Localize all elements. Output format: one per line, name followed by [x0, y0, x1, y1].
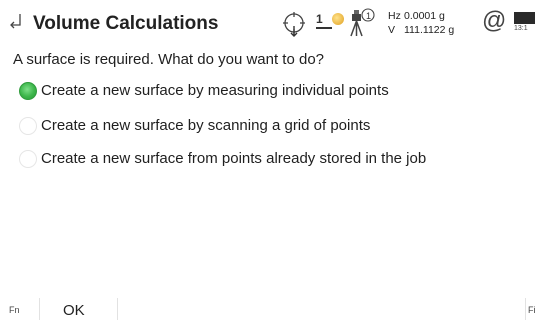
v-value: 111.1122 g [404, 24, 455, 36]
radio-unselected-icon[interactable] [19, 117, 37, 135]
satellite-count: 1 [316, 12, 323, 26]
ok-button-label: OK [63, 302, 85, 319]
satellite-status[interactable]: 1 [316, 10, 346, 34]
radio-unselected-icon[interactable] [19, 150, 37, 168]
satellite-count-underline [316, 27, 332, 29]
option-label: Create a new surface from points already… [41, 150, 427, 167]
option-measure-points[interactable]: Create a new surface by measuring indivi… [15, 80, 485, 106]
fn-key-right[interactable]: Fi [528, 305, 535, 315]
back-arrow-icon[interactable] [7, 10, 25, 30]
battery-icon[interactable]: 13:1 [514, 12, 535, 38]
title-bar: Volume Calculations 1 1 Hz 0.0001 g V 111.… [0, 0, 535, 48]
v-label: V [388, 24, 396, 36]
gps-crosshair-icon[interactable] [282, 11, 308, 37]
option-label: Create a new surface by scanning a grid … [41, 117, 371, 134]
status-bar: 1 1 Hz 0.0001 g V 111.1122 g @ 13:1 [270, 0, 535, 48]
option-scan-grid[interactable]: Create a new surface by scanning a grid … [15, 115, 485, 141]
fn-key-left[interactable]: Fn [9, 305, 20, 315]
option-label: Create a new surface by measuring indivi… [41, 82, 389, 99]
hz-value: 0.0001 g [404, 10, 445, 22]
instrument-1-icon[interactable]: 1 [348, 8, 376, 38]
hz-label: Hz [388, 10, 401, 22]
divider [39, 298, 40, 320]
ok-button[interactable]: OK [41, 298, 117, 320]
battery-body [514, 12, 535, 24]
svg-text:1: 1 [366, 11, 371, 21]
question-text: A surface is required. What do you want … [13, 51, 325, 68]
satellite-icon [332, 13, 344, 25]
divider [525, 298, 526, 320]
at-icon[interactable]: @ [482, 7, 506, 35]
softkey-bar: Fn OK Fi [0, 298, 535, 320]
clock-time: 13:1 [514, 25, 528, 32]
angle-readout[interactable]: Hz 0.0001 g V 111.1122 g [388, 9, 454, 37]
radio-selected-icon[interactable] [19, 82, 37, 100]
option-stored-points[interactable]: Create a new surface from points already… [15, 148, 485, 174]
page-title: Volume Calculations [33, 13, 219, 34]
divider [117, 298, 118, 320]
